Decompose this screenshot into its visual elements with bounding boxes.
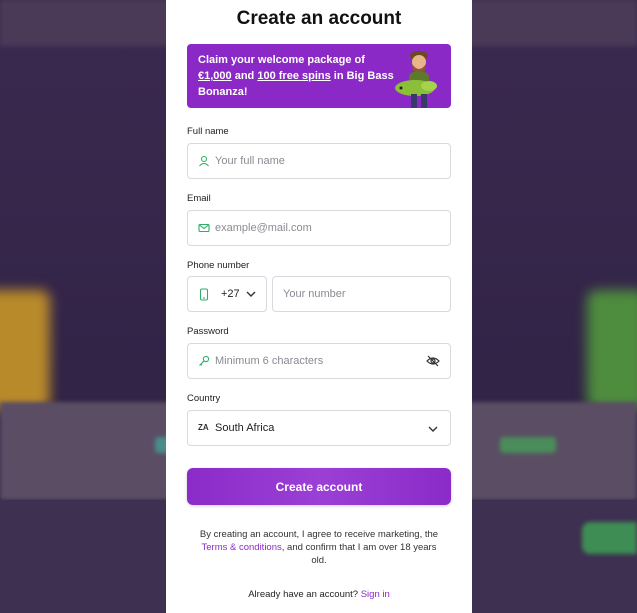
country-select[interactable]: ZA South Africa <box>187 410 451 446</box>
phone-number-field[interactable]: Your number <box>272 276 451 312</box>
promo-and: and <box>234 70 255 82</box>
country-label: Country <box>187 393 221 404</box>
background-decoration-right <box>587 290 637 410</box>
signup-modal: Create an account Claim your welcome pac… <box>166 0 472 613</box>
full-name-label: Full name <box>187 126 229 137</box>
promo-spins: 100 free spins <box>257 70 331 82</box>
promo-suffix: in Big Bass <box>333 70 394 82</box>
promo-text: Claim your welcome package of €1,000 and… <box>198 52 398 100</box>
eye-off-icon[interactable] <box>426 355 440 367</box>
consent-before: By creating an account, I agree to recei… <box>199 529 439 540</box>
mail-icon <box>198 223 210 233</box>
email-field[interactable]: example@mail.com <box>187 210 451 246</box>
signin-row: Already have an account? Sign in <box>166 589 472 600</box>
password-placeholder: Minimum 6 characters <box>215 355 324 367</box>
email-placeholder: example@mail.com <box>215 222 312 234</box>
password-label: Password <box>187 326 229 337</box>
welcome-promo-banner: Claim your welcome package of €1,000 and… <box>187 44 451 108</box>
consent-after: , and confirm that I am over 18 years ol… <box>281 542 437 566</box>
background-decoration-left <box>0 290 50 410</box>
phone-label: Phone number <box>187 260 250 271</box>
full-name-placeholder: Your full name <box>215 155 285 167</box>
key-icon <box>199 355 210 366</box>
full-name-field[interactable]: Your full name <box>187 143 451 179</box>
signin-link[interactable]: Sign in <box>361 589 390 600</box>
background-button <box>582 522 637 554</box>
chevron-down-icon <box>246 291 256 297</box>
background-badge <box>500 437 556 453</box>
modal-title: Create an account <box>236 8 402 29</box>
phone-number-placeholder: Your number <box>283 288 346 300</box>
phone-country-code-select[interactable]: +27 <box>187 276 267 312</box>
promo-line1: Claim your welcome package of <box>198 54 365 66</box>
chevron-down-icon <box>428 426 438 432</box>
phone-icon <box>199 288 209 301</box>
password-field[interactable]: Minimum 6 characters <box>187 343 451 379</box>
user-icon <box>199 155 209 167</box>
fisherman-illustration-icon <box>395 51 437 108</box>
signin-prompt: Already have an account? <box>248 589 359 600</box>
promo-amount: €1,000 <box>198 70 232 82</box>
country-flag-code: ZA <box>198 423 209 432</box>
country-value: South Africa <box>215 422 275 434</box>
phone-code-value: +27 <box>221 288 240 300</box>
email-label: Email <box>187 193 211 204</box>
create-account-button[interactable]: Create account <box>187 468 451 505</box>
terms-link[interactable]: Terms & conditions <box>202 542 282 553</box>
consent-text: By creating an account, I agree to recei… <box>194 528 444 567</box>
promo-game: Bonanza! <box>198 86 248 98</box>
